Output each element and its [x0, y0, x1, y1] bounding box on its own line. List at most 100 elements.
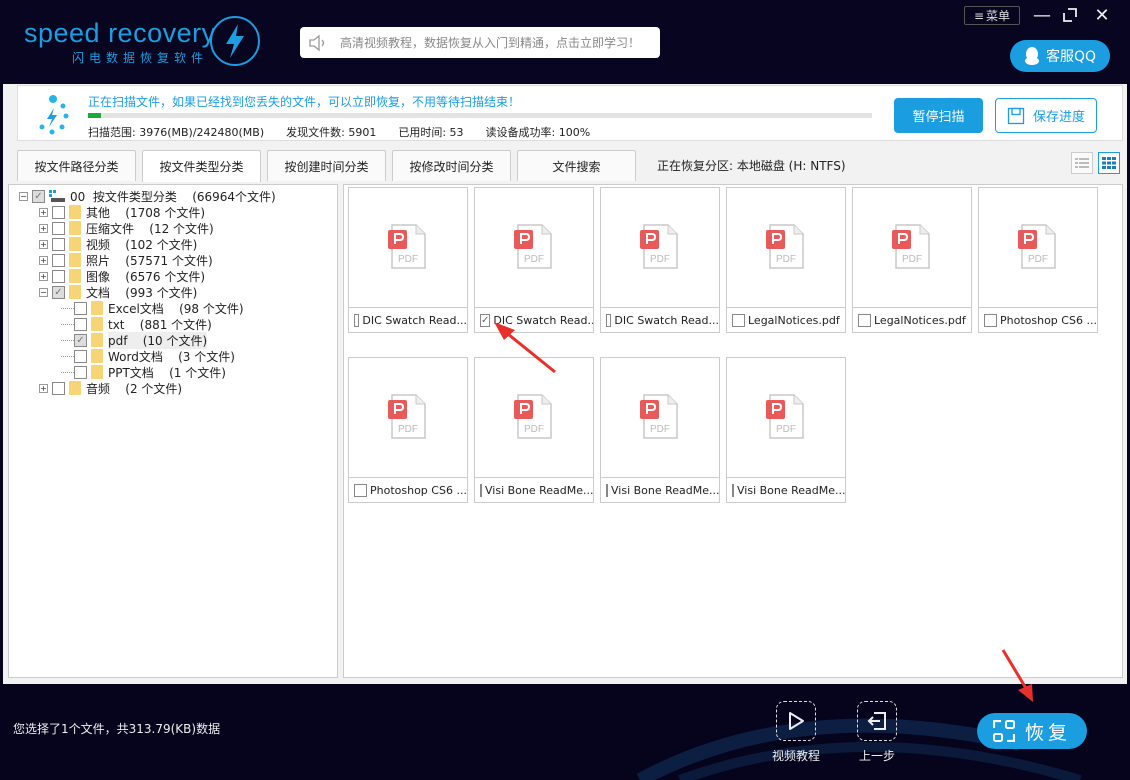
- svg-text:PDF: PDF: [650, 254, 670, 265]
- tree-checkbox[interactable]: [52, 205, 65, 219]
- file-thumbnail[interactable]: PDF: [475, 188, 593, 306]
- tab-by-path[interactable]: 按文件路径分类: [17, 150, 136, 181]
- tree-checkbox[interactable]: [74, 365, 87, 379]
- folder-icon: [69, 237, 81, 251]
- folder-icon: [91, 333, 103, 347]
- file-checkbox[interactable]: [354, 483, 367, 497]
- tab-by-modified-time[interactable]: 按修改时间分类: [392, 150, 511, 181]
- tab-by-type[interactable]: 按文件类型分类: [142, 150, 261, 182]
- file-thumbnail[interactable]: PDF: [727, 188, 845, 306]
- file-thumbnail[interactable]: PDF: [601, 358, 719, 476]
- file-card[interactable]: PDF LegalNotices.pdf: [726, 187, 846, 333]
- tree-checkbox[interactable]: [74, 317, 87, 331]
- minimize-button[interactable]: —: [1030, 4, 1054, 26]
- expand-icon[interactable]: +: [39, 207, 48, 217]
- list-view-button[interactable]: [1071, 152, 1093, 174]
- maximize-button[interactable]: [1058, 4, 1082, 26]
- file-checkbox[interactable]: ✓: [480, 313, 491, 327]
- folder-icon: [69, 285, 81, 299]
- file-name: Visi Bone ReadMe...: [737, 483, 845, 497]
- tree-checkbox[interactable]: [74, 349, 87, 363]
- file-thumbnail[interactable]: PDF: [601, 188, 719, 306]
- file-card[interactable]: PDF Visi Bone ReadMe...: [726, 357, 846, 503]
- tree-checkbox[interactable]: ✓: [52, 285, 65, 299]
- file-card[interactable]: PDF DIC Swatch Read...: [600, 187, 720, 333]
- file-checkbox[interactable]: [858, 313, 871, 327]
- tree-checkbox[interactable]: [52, 253, 65, 267]
- file-thumbnail[interactable]: PDF: [349, 188, 467, 306]
- file-thumbnail[interactable]: PDF: [727, 358, 845, 476]
- file-checkbox[interactable]: [984, 313, 997, 327]
- tree-checkbox[interactable]: [52, 269, 65, 283]
- expand-icon[interactable]: +: [39, 255, 48, 265]
- expand-icon[interactable]: +: [39, 239, 48, 249]
- list-view-icon: [1075, 158, 1089, 168]
- tree-checkbox[interactable]: [74, 301, 87, 315]
- file-thumbnail[interactable]: PDF: [475, 358, 593, 476]
- file-checkbox[interactable]: [606, 313, 612, 327]
- file-checkbox[interactable]: [732, 483, 734, 497]
- tree-item[interactable]: + 图像 (6576 个文件): [39, 268, 205, 284]
- tree-item[interactable]: + 音频 (2 个文件): [39, 380, 182, 396]
- tree-checkbox[interactable]: [52, 381, 65, 395]
- tab-file-search[interactable]: 文件搜索: [517, 150, 636, 181]
- collapse-icon[interactable]: −: [19, 191, 28, 201]
- tree-checkbox[interactable]: [52, 221, 65, 235]
- close-button[interactable]: ✕: [1090, 4, 1114, 26]
- read-success-rate: 读设备成功率: 100%: [485, 126, 591, 139]
- tree-item[interactable]: Excel文档 (98 个文件): [61, 300, 244, 316]
- file-card[interactable]: PDF Visi Bone ReadMe...: [600, 357, 720, 503]
- tree-checkbox[interactable]: ✓: [32, 189, 45, 203]
- file-card[interactable]: PDF Photoshop CS6 ...: [978, 187, 1098, 333]
- file-thumbnail[interactable]: PDF: [349, 358, 467, 476]
- file-checkbox[interactable]: [732, 313, 745, 327]
- collapse-icon[interactable]: −: [39, 287, 48, 297]
- grid-view-button[interactable]: [1098, 152, 1120, 174]
- tree-item[interactable]: + 视频 (102 个文件): [39, 236, 197, 252]
- customer-service-qq-button[interactable]: 客服QQ: [1010, 40, 1110, 72]
- tab-by-created-time[interactable]: 按创建时间分类: [267, 150, 386, 181]
- file-card[interactable]: PDF Visi Bone ReadMe...: [474, 357, 594, 503]
- tree-item[interactable]: Word文档 (3 个文件): [61, 348, 235, 364]
- file-card[interactable]: PDF LegalNotices.pdf: [852, 187, 972, 333]
- pdf-file-icon: PDF: [892, 224, 930, 269]
- tree-item[interactable]: txt (881 个文件): [61, 316, 212, 332]
- menu-button[interactable]: ≡ 菜单: [964, 6, 1020, 25]
- file-card[interactable]: PDF ✓ DIC Swatch Read...: [474, 187, 594, 333]
- tree-checkbox[interactable]: [52, 237, 65, 251]
- scan-progress-fill: [88, 113, 101, 118]
- file-name: Visi Bone ReadMe...: [485, 483, 593, 497]
- back-button[interactable]: [857, 701, 897, 741]
- video-tutorial-button[interactable]: [776, 701, 816, 741]
- expand-icon[interactable]: +: [39, 383, 48, 393]
- tree-item[interactable]: PPT文档 (1 个文件): [61, 364, 226, 380]
- file-card[interactable]: PDF DIC Swatch Read...: [348, 187, 468, 333]
- tree-item[interactable]: + 照片 (57571 个文件): [39, 252, 213, 268]
- partition-label: 正在恢复分区: 本地磁盘 (H: NTFS): [657, 159, 846, 173]
- file-card[interactable]: PDF Photoshop CS6 ...: [348, 357, 468, 503]
- file-thumbnail[interactable]: PDF: [853, 188, 971, 306]
- tree-item-label: PPT文档 (1 个文件): [108, 365, 226, 380]
- elapsed-time: 已用时间: 53: [398, 126, 464, 139]
- file-checkbox[interactable]: [354, 313, 360, 327]
- expand-icon[interactable]: +: [39, 271, 48, 281]
- expand-icon[interactable]: +: [39, 223, 48, 233]
- file-caption: LegalNotices.pdf: [853, 307, 971, 332]
- file-name: LegalNotices.pdf: [874, 313, 966, 327]
- save-progress-button[interactable]: 保存进度: [995, 98, 1097, 133]
- tree-checkbox[interactable]: ✓: [74, 333, 87, 347]
- tree-item[interactable]: − ✓ 文档 (993 个文件): [39, 284, 197, 300]
- tree-item[interactable]: + 其他 (1708 个文件): [39, 204, 205, 220]
- file-checkbox[interactable]: [480, 483, 482, 497]
- tutorial-notice-bar[interactable]: 高清视频教程，数据恢复从入门到精通，点击立即学习！: [300, 27, 660, 58]
- file-thumbnail[interactable]: PDF: [979, 188, 1097, 306]
- tree-root[interactable]: − ✓ 00 按文件类型分类 (66964个文件): [19, 188, 276, 204]
- recover-button[interactable]: 恢复: [977, 713, 1087, 749]
- floppy-disk-icon: [1007, 107, 1025, 124]
- svg-text:PDF: PDF: [524, 424, 544, 435]
- tree-item[interactable]: ✓ pdf (10 个文件): [61, 331, 208, 349]
- tree-item[interactable]: + 压缩文件 (12 个文件): [39, 220, 214, 236]
- pause-scan-button[interactable]: 暂停扫描: [894, 98, 983, 133]
- file-checkbox[interactable]: [606, 483, 608, 497]
- scan-frame-icon: [992, 720, 1015, 742]
